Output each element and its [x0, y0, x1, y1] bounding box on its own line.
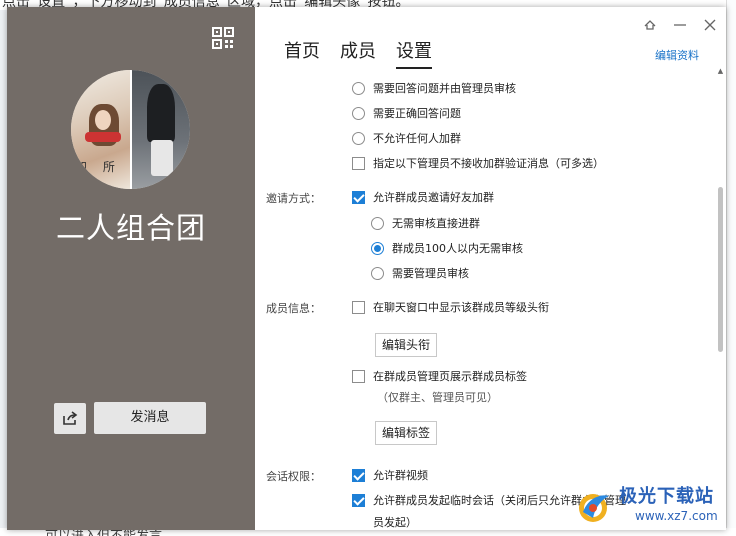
share-button[interactable]	[54, 403, 86, 434]
allow-invite-checkbox-row[interactable]: 允许群成员邀请好友加群	[352, 189, 494, 205]
checkbox[interactable]	[352, 468, 365, 482]
member-info-section-label: 成员信息：	[266, 302, 321, 315]
tab-bar: 首页 成员 设置	[284, 37, 432, 69]
checkbox[interactable]	[352, 190, 365, 204]
join-option-correct-answer[interactable]: 需要正确回答问题	[352, 105, 461, 121]
share-icon	[63, 411, 78, 425]
scroll-thumb[interactable]	[718, 187, 723, 352]
group-avatar[interactable]: 知 所	[71, 70, 190, 189]
group-settings-window: 知 所 二人组合团 发消息 首页 成员 设置 编辑资料 需要回答问题并由管理员审…	[7, 7, 726, 530]
background-right-strip	[726, 0, 736, 536]
checkbox[interactable]	[352, 300, 365, 314]
edit-title-button[interactable]: 编辑头衔	[375, 333, 438, 357]
group-profile-sidebar: 知 所 二人组合团 发消息	[7, 7, 255, 530]
invite-section-label: 邀请方式：	[266, 192, 321, 205]
invite-option-under-100[interactable]: 群成员100人以内无需审核	[371, 240, 523, 256]
avatar-caption: 知 所	[75, 160, 121, 174]
show-level-title-checkbox-row[interactable]: 在聊天窗口中显示该群成员等级头衔	[352, 299, 549, 315]
tab-settings[interactable]: 设置	[396, 37, 432, 69]
scroll-up-arrow-icon[interactable]: ▲	[717, 67, 724, 75]
edit-profile-link[interactable]: 编辑资料	[655, 47, 699, 63]
watermark-logo-icon	[579, 494, 609, 522]
send-message-button[interactable]: 发消息	[94, 402, 206, 434]
tab-members[interactable]: 成员	[340, 37, 376, 69]
edit-tags-button[interactable]: 编辑标签	[375, 421, 438, 445]
admin-exclude-checkbox-row[interactable]: 指定以下管理员不接收加群验证消息（可多选）	[352, 155, 604, 171]
invite-option-direct[interactable]: 无需审核直接进群	[371, 215, 480, 231]
radio-button[interactable]	[371, 216, 384, 230]
temp-chat-label-continued: 员发起）	[373, 516, 417, 529]
checkbox[interactable]	[352, 369, 365, 383]
watermark-text: 极光下载站	[619, 486, 714, 507]
watermark-url: www.xz7.com	[635, 509, 718, 523]
radio-button[interactable]	[352, 106, 365, 120]
window-controls	[642, 17, 718, 33]
pin-icon[interactable]	[642, 17, 658, 33]
tags-visibility-note: （仅群主、管理员可见）	[377, 391, 498, 404]
radio-button[interactable]	[371, 241, 384, 255]
tab-home[interactable]: 首页	[284, 37, 320, 69]
allow-group-video-checkbox-row[interactable]: 允许群视频	[352, 467, 428, 483]
settings-scrollbar[interactable]: ▲	[717, 67, 724, 530]
site-watermark: 极光下载站 www.xz7.com	[575, 482, 730, 526]
group-name: 二人组合团	[55, 211, 206, 245]
join-option-answer-review[interactable]: 需要回答问题并由管理员审核	[352, 80, 516, 96]
checkbox[interactable]	[352, 156, 365, 170]
radio-button[interactable]	[371, 266, 384, 280]
minimize-icon[interactable]	[672, 17, 688, 33]
settings-content: 需要回答问题并由管理员审核 需要正确回答问题 不允许任何人加群 指定以下管理员不…	[255, 70, 726, 530]
session-section-label: 会话权限：	[266, 470, 321, 483]
radio-button[interactable]	[352, 81, 365, 95]
close-icon[interactable]	[702, 17, 718, 33]
show-tags-checkbox-row[interactable]: 在群成员管理页展示群成员标签	[352, 368, 527, 384]
checkbox[interactable]	[352, 493, 365, 507]
join-option-no-join[interactable]: 不允许任何人加群	[352, 130, 461, 146]
avatar-right-photo	[131, 70, 190, 189]
qr-code-icon[interactable]	[212, 27, 234, 49]
invite-option-admin-review[interactable]: 需要管理员审核	[371, 265, 469, 281]
radio-button[interactable]	[352, 131, 365, 145]
